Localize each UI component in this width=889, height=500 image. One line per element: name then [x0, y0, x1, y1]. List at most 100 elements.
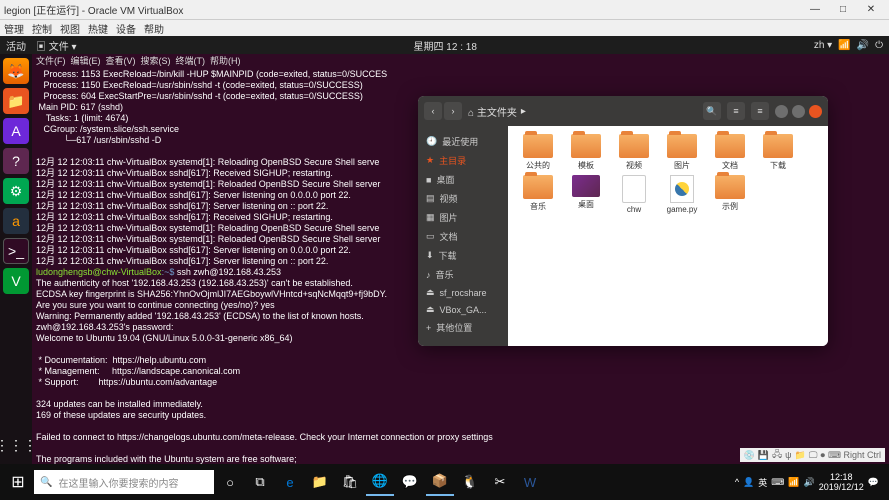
sidebar-icon: ▤ — [426, 193, 435, 204]
sidebar-item[interactable]: ★主目录 — [418, 151, 508, 170]
store-icon[interactable]: 🛍 — [336, 468, 364, 496]
lang-indicator[interactable]: zh ▾ — [814, 40, 832, 51]
virtualbox-menubar: 管理 控制 视图 热键 设备 帮助 — [0, 20, 889, 36]
menu-item[interactable]: 管理 — [4, 21, 24, 36]
terminal-menu[interactable]: 文件(F) 编辑(E) 查看(V) 搜索(S) 终端(T) 帮助(H) — [36, 56, 885, 67]
sidebar-item[interactable]: +其他位置 — [418, 318, 508, 337]
menu-item[interactable]: 设备 — [116, 21, 136, 36]
files-icon[interactable]: 📁 — [3, 88, 29, 114]
file-item[interactable]: 文档 — [708, 134, 752, 171]
word-icon[interactable]: W — [516, 468, 544, 496]
snip-icon[interactable]: ✂ — [486, 468, 514, 496]
view-icon[interactable]: ≡ — [727, 102, 745, 120]
terminal-icon[interactable]: >_ — [3, 238, 29, 264]
maximize-button[interactable]: □ — [829, 4, 857, 15]
py-icon — [670, 175, 694, 203]
app-menu[interactable]: ▣ 文件 ▾ — [36, 38, 77, 53]
sidebar-item[interactable]: ⏏sf_rocshare — [418, 284, 508, 301]
search-icon: 🔍 — [40, 477, 52, 488]
close-button[interactable]: ✕ — [857, 4, 885, 15]
folder-icon — [715, 175, 745, 199]
tray-volume[interactable]: 🔊 — [804, 477, 815, 488]
software-icon[interactable]: A — [3, 118, 29, 144]
fm-minimize[interactable] — [775, 105, 788, 118]
file-manager-content[interactable]: 公共的模板视频图片文档下载音乐桌面chwgame.py示例 — [508, 126, 828, 346]
sidebar-icon: ⬇ — [426, 250, 434, 261]
firefox-icon[interactable]: 🦊 — [3, 58, 29, 84]
sidebar-item[interactable]: ▭文档 — [418, 227, 508, 246]
file-item[interactable]: 音乐 — [516, 175, 560, 214]
activities-button[interactable]: 活动 — [6, 38, 26, 53]
file-item[interactable]: 示例 — [708, 175, 752, 214]
taskview-icon[interactable]: ⧉ — [246, 468, 274, 496]
sidebar-icon: ⏏ — [426, 304, 435, 315]
network-icon[interactable]: 📶 — [838, 40, 850, 51]
file-item[interactable]: 公共的 — [516, 134, 560, 171]
help-icon[interactable]: ? — [3, 148, 29, 174]
cortana-icon[interactable]: ○ — [216, 468, 244, 496]
sidebar-icon: ★ — [426, 155, 434, 166]
window-title: legion [正在运行] - Oracle VM VirtualBox — [4, 2, 801, 17]
settings-icon[interactable]: ⚙ — [3, 178, 29, 204]
sidebar-item[interactable]: 🕘最近使用 — [418, 132, 508, 151]
tray-ime[interactable]: 英 — [758, 476, 767, 489]
file-manager-header: ‹ › ⌂ 主文件夹 ▸ 🔍 ≡ ≡ — [418, 96, 828, 126]
fm-maximize[interactable] — [792, 105, 805, 118]
sidebar-item[interactable]: ⏏VBox_GA... — [418, 301, 508, 318]
file-item[interactable]: 下载 — [756, 134, 800, 171]
sidebar-icon: 🕘 — [426, 136, 437, 147]
folder-icon — [715, 134, 745, 158]
clock[interactable]: 星期四 12 : 18 — [77, 38, 814, 53]
qq-icon[interactable]: 🐧 — [456, 468, 484, 496]
sidebar-item[interactable]: ⬇下载 — [418, 246, 508, 265]
menu-item[interactable]: 视图 — [60, 21, 80, 36]
file-item[interactable]: game.py — [660, 175, 704, 214]
tray-wifi[interactable]: 📶 — [788, 477, 799, 488]
sidebar-item[interactable]: ■桌面 — [418, 170, 508, 189]
menu-item[interactable]: 帮助 — [144, 21, 164, 36]
taskbar-clock[interactable]: 12:182019/12/12 — [819, 472, 864, 492]
vim-icon[interactable]: V — [3, 268, 29, 294]
start-button[interactable]: ⊞ — [4, 468, 32, 496]
tray-ime2[interactable]: ⌨ — [771, 477, 784, 488]
file-item[interactable]: 图片 — [660, 134, 704, 171]
power-icon[interactable]: ⏻ — [875, 40, 883, 51]
virtualbox-icon[interactable]: 📦 — [426, 468, 454, 496]
sidebar-item[interactable]: ♪音乐 — [418, 265, 508, 284]
show-apps-icon[interactable]: ⋮⋮⋮ — [3, 432, 29, 458]
file-manager-window: ‹ › ⌂ 主文件夹 ▸ 🔍 ≡ ≡ 🕘最近使用★主目录■桌面▤视频▦图片▭文档… — [418, 96, 828, 346]
fm-close[interactable] — [809, 105, 822, 118]
sidebar-item[interactable]: ▦图片 — [418, 208, 508, 227]
notification-icon[interactable]: 💬 — [868, 477, 879, 488]
file-item[interactable]: 视频 — [612, 134, 656, 171]
menu-item[interactable]: 热键 — [88, 21, 108, 36]
tray-chevron[interactable]: ^ — [735, 477, 739, 487]
location-bar[interactable]: ⌂ 主文件夹 ▸ — [468, 104, 697, 119]
forward-button[interactable]: › — [444, 102, 462, 120]
sidebar-icon: ■ — [426, 175, 431, 185]
wechat-icon[interactable]: 💬 — [396, 468, 424, 496]
volume-icon[interactable]: 🔊 — [857, 40, 869, 51]
search-box[interactable]: 🔍 在这里输入你要搜索的内容 — [34, 470, 214, 494]
minimize-button[interactable]: — — [801, 4, 829, 15]
menu-icon[interactable]: ≡ — [751, 102, 769, 120]
file-item[interactable]: 模板 — [564, 134, 608, 171]
search-icon[interactable]: 🔍 — [703, 102, 721, 120]
menu-item[interactable]: 控制 — [32, 21, 52, 36]
file-manager-sidebar: 🕘最近使用★主目录■桌面▤视频▦图片▭文档⬇下载♪音乐⏏sf_rocshare⏏… — [418, 126, 508, 346]
gnome-topbar: 活动 ▣ 文件 ▾ 星期四 12 : 18 zh ▾ 📶 🔊 ⏻ — [0, 36, 889, 54]
sidebar-icon: ♪ — [426, 270, 431, 280]
file-item[interactable]: chw — [612, 175, 656, 214]
edge-icon[interactable]: e — [276, 468, 304, 496]
explorer-icon[interactable]: 📁 — [306, 468, 334, 496]
windows-taskbar: ⊞ 🔍 在这里输入你要搜索的内容 ○ ⧉ e 📁 🛍 🌐 💬 📦 🐧 ✂ W ^… — [0, 464, 889, 500]
amazon-icon[interactable]: a — [3, 208, 29, 234]
tray-people[interactable]: 👤 — [743, 477, 754, 488]
sidebar-item[interactable]: ▤视频 — [418, 189, 508, 208]
folder-icon — [571, 134, 601, 158]
chrome-icon[interactable]: 🌐 — [366, 468, 394, 496]
folder-icon — [763, 134, 793, 158]
back-button[interactable]: ‹ — [424, 102, 442, 120]
file-item[interactable]: 桌面 — [564, 175, 608, 214]
ubuntu-desktop: 活动 ▣ 文件 ▾ 星期四 12 : 18 zh ▾ 📶 🔊 ⏻ zwh@zwh… — [0, 36, 889, 464]
